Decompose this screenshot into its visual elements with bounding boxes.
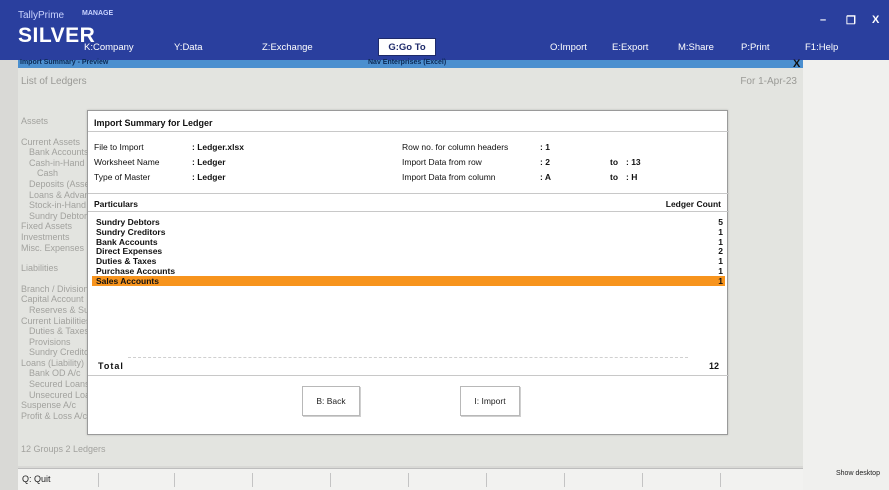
title-divider bbox=[88, 131, 729, 132]
column-header-particulars: Particulars bbox=[94, 199, 138, 209]
data-col-from: : A bbox=[540, 172, 552, 182]
show-desktop-button[interactable]: Show desktop bbox=[836, 470, 880, 477]
quit-button[interactable]: Q: Quit bbox=[22, 474, 51, 484]
minimize-icon[interactable]: – bbox=[820, 14, 826, 26]
row-ledger-count: 1 bbox=[718, 256, 723, 267]
menu-print[interactable]: P:Print bbox=[741, 42, 770, 53]
close-icon[interactable]: X bbox=[872, 14, 879, 26]
summary-table: Sundry Debtors 5 Sundry Creditors 1 Bank Acc… bbox=[92, 217, 725, 286]
background-footer: 12 Groups 2 Ledgers bbox=[21, 444, 106, 454]
table-row[interactable]: Purchase Accounts 1 bbox=[92, 266, 725, 276]
bottom-divider bbox=[330, 473, 331, 487]
data-row-label: Import Data from row bbox=[402, 157, 482, 167]
sheet-value: : Ledger bbox=[192, 157, 226, 167]
total-bottom-divider bbox=[88, 375, 729, 376]
back-button[interactable]: B: Back bbox=[302, 386, 360, 416]
header-row-value: : 1 bbox=[540, 142, 550, 152]
row-particular: Purchase Accounts bbox=[96, 265, 176, 276]
table-row[interactable]: Duties & Taxes 1 bbox=[92, 256, 725, 266]
total-label: Total bbox=[98, 361, 124, 371]
row-particular: Direct Expenses bbox=[96, 246, 163, 257]
background-period: For 1-Apr-23 bbox=[740, 76, 797, 87]
column-divider bbox=[88, 211, 729, 212]
menu-share[interactable]: M:Share bbox=[678, 42, 714, 53]
row-ledger-count: 5 bbox=[718, 217, 723, 227]
column-header-ledger-count: Ledger Count bbox=[665, 199, 721, 209]
dialog-title: Import Summary for Ledger bbox=[94, 118, 213, 128]
menu-help[interactable]: F1:Help bbox=[805, 42, 838, 53]
strip-company-name: Nav Enterprises (Excel) bbox=[368, 59, 447, 66]
import-summary-dialog: Import Summary for Ledger File to Import… bbox=[87, 110, 729, 435]
row-particular: Sales Accounts bbox=[96, 275, 159, 286]
data-row-from: : 2 bbox=[540, 157, 550, 167]
bottom-divider bbox=[720, 473, 721, 487]
master-value: : Ledger bbox=[192, 172, 226, 182]
row-ledger-count: 1 bbox=[718, 236, 723, 247]
file-label: File to Import bbox=[94, 142, 144, 152]
row-ledger-count: 1 bbox=[718, 265, 723, 276]
bottom-divider bbox=[408, 473, 409, 487]
menu-data[interactable]: Y:Data bbox=[174, 42, 203, 53]
menu-goto[interactable]: G:Go To bbox=[378, 38, 436, 56]
strip-report-name: Import Summary - Preview bbox=[20, 59, 109, 66]
menu-import[interactable]: O:Import bbox=[550, 42, 587, 53]
background-title: List of Ledgers bbox=[21, 76, 87, 87]
brand-small: TallyPrime bbox=[18, 10, 65, 21]
menu-export[interactable]: E:Export bbox=[612, 42, 648, 53]
sheet-label: Worksheet Name bbox=[94, 157, 160, 167]
restore-icon[interactable]: ❐ bbox=[846, 14, 856, 27]
row-ledger-count: 1 bbox=[718, 226, 723, 237]
table-row[interactable]: Sales Accounts 1 bbox=[92, 275, 725, 286]
report-strip: Import Summary - Preview Nav Enterprises… bbox=[18, 59, 803, 68]
total-value: 12 bbox=[708, 361, 719, 371]
table-row[interactable]: Sundry Creditors 1 bbox=[92, 227, 725, 237]
bottom-divider bbox=[486, 473, 487, 487]
import-button[interactable]: I: Import bbox=[460, 386, 520, 416]
table-row[interactable]: Sundry Debtors 5 bbox=[92, 217, 725, 227]
data-row-to-label: to bbox=[610, 157, 619, 167]
data-col-label: Import Data from column bbox=[402, 172, 496, 182]
table-row[interactable]: Direct Expenses 2 bbox=[92, 246, 725, 256]
row-particular: Duties & Taxes bbox=[96, 256, 157, 267]
master-label: Type of Master bbox=[94, 172, 151, 182]
bottom-divider bbox=[564, 473, 565, 487]
table-row[interactable]: Bank Accounts 1 bbox=[92, 237, 725, 247]
bottom-button-bar: Q: Quit bbox=[18, 468, 803, 490]
row-particular: Sundry Debtors bbox=[96, 217, 160, 227]
right-button-panel bbox=[803, 60, 889, 490]
title-bar: TallyPrime SILVER MANAGE K:Company Y:Dat… bbox=[0, 0, 889, 60]
header-row-label: Row no. for column headers bbox=[402, 142, 509, 152]
menu-company[interactable]: K:Company bbox=[84, 42, 134, 53]
bottom-divider bbox=[252, 473, 253, 487]
data-row-to: : 13 bbox=[626, 157, 641, 167]
bottom-divider bbox=[98, 473, 99, 487]
data-col-to: : H bbox=[626, 172, 638, 182]
row-ledger-count: 2 bbox=[718, 246, 723, 257]
total-divider bbox=[128, 357, 688, 358]
header-divider bbox=[88, 193, 729, 194]
bottom-divider bbox=[642, 473, 643, 487]
manage-label: MANAGE bbox=[82, 10, 114, 17]
menu-exchange[interactable]: Z:Exchange bbox=[262, 42, 313, 53]
row-ledger-count: 1 bbox=[718, 275, 723, 286]
data-col-to-label: to bbox=[610, 172, 619, 182]
row-particular: Sundry Creditors bbox=[96, 226, 166, 237]
file-value: : Ledger.xlsx bbox=[192, 142, 244, 152]
row-particular: Bank Accounts bbox=[96, 236, 158, 247]
bottom-divider bbox=[174, 473, 175, 487]
